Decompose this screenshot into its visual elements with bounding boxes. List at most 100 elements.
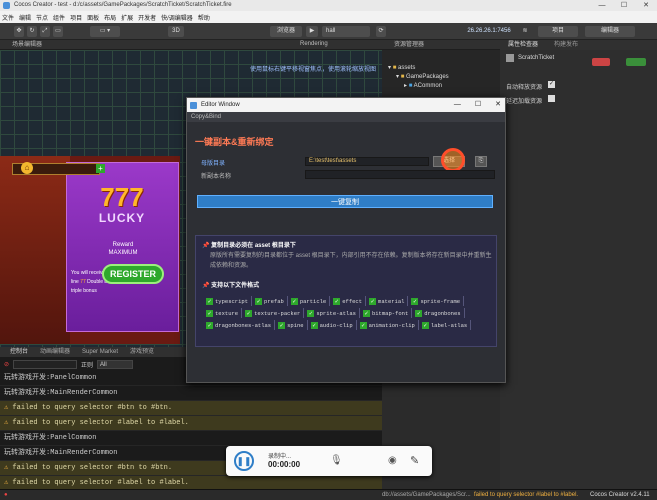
format-tag[interactable]: ✓ effect bbox=[333, 296, 367, 306]
scene-select[interactable]: hall bbox=[322, 26, 370, 37]
editor-button[interactable]: 编辑器 bbox=[585, 26, 635, 37]
microphone-icon[interactable]: 🎙 bbox=[330, 455, 343, 466]
format-checkbox-icon[interactable]: ✓ bbox=[245, 309, 253, 317]
pen-icon[interactable]: ✎ bbox=[410, 454, 419, 467]
editor-window-tab[interactable]: Copy&Bind bbox=[187, 112, 505, 122]
menu-file[interactable]: 文件 bbox=[2, 13, 14, 22]
format-tag[interactable]: ✓ audio-clip bbox=[310, 320, 357, 330]
format-checkbox-icon[interactable]: ✓ bbox=[362, 309, 370, 317]
camera-icon[interactable]: ◉ bbox=[388, 455, 397, 466]
tab-animation[interactable]: 动画编辑器 bbox=[34, 347, 76, 357]
close-button[interactable]: ✕ bbox=[635, 0, 657, 11]
home-icon[interactable]: ⌂ bbox=[21, 162, 33, 174]
pause-icon[interactable]: ❚❚ bbox=[234, 451, 254, 471]
menu-component[interactable]: 组件 bbox=[53, 13, 65, 22]
menu-extension[interactable]: 扩展 bbox=[121, 13, 133, 22]
console-log-line[interactable]: ⚠ failed to query selector #label to #la… bbox=[0, 416, 382, 431]
menu-edit[interactable]: 编辑 bbox=[19, 13, 31, 22]
menu-layout[interactable]: 布局 bbox=[104, 13, 116, 22]
format-tag[interactable]: ✓ typescript bbox=[206, 296, 253, 306]
regex-label[interactable]: 正则 bbox=[81, 360, 93, 369]
scale-tool-icon[interactable]: ⤢ bbox=[40, 26, 50, 37]
move-tool-icon[interactable]: ✥ bbox=[14, 26, 24, 37]
tree-item-gamepackages[interactable]: ▾ ■ GamePackages bbox=[388, 73, 500, 82]
format-tag[interactable]: ✓ bitmap-font bbox=[362, 308, 413, 318]
rotate-tool-icon[interactable]: ↻ bbox=[27, 26, 37, 37]
rect-tool-icon[interactable]: ▭ bbox=[53, 26, 63, 37]
auto-release-checkbox[interactable]: ✓ bbox=[548, 81, 555, 88]
status-error[interactable]: failed to query selector #label to #labe… bbox=[474, 490, 586, 500]
menu-project[interactable]: 项目 bbox=[70, 13, 82, 22]
refresh-icon[interactable]: ⟳ bbox=[376, 26, 386, 37]
console-log-line[interactable]: 玩转游戏开发:PanelCommon bbox=[0, 431, 382, 446]
editor-maximize-button[interactable]: ☐ bbox=[475, 98, 481, 112]
format-checkbox-icon[interactable]: ✓ bbox=[333, 297, 341, 305]
format-checkbox-icon[interactable]: ✓ bbox=[307, 309, 315, 317]
format-checkbox-icon[interactable]: ✓ bbox=[206, 321, 213, 329]
menu-quick-editor[interactable]: 快/调编辑器 bbox=[161, 13, 193, 22]
editor-close-button[interactable]: ✕ bbox=[495, 98, 501, 112]
format-checkbox-icon[interactable]: ✓ bbox=[206, 297, 213, 305]
gizmo-dropdown[interactable]: ▭ ▾ bbox=[90, 26, 120, 37]
format-tag[interactable]: ✓ animation-clip bbox=[359, 320, 419, 330]
preview-ip[interactable]: 26.26.26.1:7456 bbox=[460, 26, 518, 37]
format-tag[interactable]: ✓ particle bbox=[290, 296, 331, 306]
format-checkbox-icon[interactable]: ✓ bbox=[290, 297, 298, 305]
format-checkbox-icon[interactable]: ✓ bbox=[255, 297, 263, 305]
menu-node[interactable]: 节点 bbox=[36, 13, 48, 22]
play-icon[interactable]: ▶ bbox=[306, 26, 318, 37]
reset-button[interactable] bbox=[592, 58, 610, 66]
format-tag[interactable]: ✓ prefab bbox=[255, 296, 288, 306]
console-search-input[interactable] bbox=[13, 359, 78, 369]
maximize-button[interactable]: ☐ bbox=[613, 0, 635, 11]
copy-button[interactable]: 一键复制 bbox=[197, 195, 493, 208]
node-name[interactable]: ScratchTicket bbox=[518, 55, 554, 61]
format-checkbox-icon[interactable]: ✓ bbox=[411, 297, 419, 305]
format-tag[interactable]: ✓ spine bbox=[278, 320, 308, 330]
format-checkbox-icon[interactable]: ✓ bbox=[359, 321, 367, 329]
format-tag[interactable]: ✓ texture bbox=[206, 308, 243, 318]
format-checkbox-icon[interactable]: ✓ bbox=[206, 309, 213, 317]
delay-load-checkbox[interactable] bbox=[548, 95, 555, 102]
format-tag[interactable]: ✓ label-atlas bbox=[421, 320, 472, 330]
editor-minimize-button[interactable]: — bbox=[454, 98, 461, 112]
format-checkbox-icon[interactable]: ✓ bbox=[415, 309, 423, 317]
tab-console[interactable]: 控制台 bbox=[0, 347, 34, 357]
new-name-field[interactable] bbox=[305, 170, 495, 179]
console-log-line[interactable]: ⚠ failed to query selector #btn to #btn. bbox=[0, 401, 382, 416]
format-tag[interactable]: ✓ material bbox=[369, 296, 409, 306]
pin-icon: 📌 bbox=[202, 243, 210, 249]
project-button[interactable]: 项目 bbox=[538, 26, 578, 37]
format-tag[interactable]: ✓ dragonbones bbox=[415, 308, 465, 318]
menu-panel[interactable]: 面板 bbox=[87, 13, 99, 22]
format-checkbox-icon[interactable]: ✓ bbox=[310, 321, 318, 329]
tree-item-assets[interactable]: ▾ ■ assets bbox=[388, 64, 500, 73]
mode-3d-button[interactable]: 3D bbox=[168, 26, 184, 37]
clear-console-icon[interactable]: ⊘ bbox=[4, 361, 9, 368]
register-button[interactable]: REGISTER bbox=[102, 264, 164, 284]
add-coins-icon[interactable]: + bbox=[96, 164, 105, 173]
format-tag[interactable]: ✓ sprite-frame bbox=[411, 296, 465, 306]
format-tag[interactable]: ✓ texture-packer bbox=[245, 308, 305, 318]
tab-super-market[interactable]: Super Market bbox=[76, 347, 124, 357]
format-tag[interactable]: ✓ sprite-atlas bbox=[307, 308, 360, 318]
tab-properties[interactable]: 属性检查器 bbox=[500, 40, 546, 50]
tree-item-acommon[interactable]: ▸ ■ ACommon bbox=[388, 82, 500, 91]
source-dir-field[interactable]: E:\test\test\assets bbox=[305, 157, 429, 166]
minimize-button[interactable]: — bbox=[591, 0, 613, 11]
menu-developer[interactable]: 开发者 bbox=[138, 13, 156, 22]
log-level-select[interactable]: All bbox=[97, 359, 134, 369]
format-checkbox-icon[interactable]: ✓ bbox=[278, 321, 286, 329]
format-tag[interactable]: ✓ dragonbones-atlas bbox=[206, 320, 276, 330]
browser-select[interactable]: 浏览器 bbox=[270, 26, 302, 37]
console-log-line[interactable]: 玩转游戏开发:MainRenderCommon bbox=[0, 386, 382, 401]
tab-game-preview[interactable]: 游戏预览 bbox=[124, 347, 160, 357]
rendering-label[interactable]: Rendering bbox=[300, 41, 328, 47]
menu-help[interactable]: 帮助 bbox=[198, 13, 210, 22]
assets-tab[interactable]: 资源管理器 bbox=[382, 40, 500, 50]
tab-build[interactable]: 构建发布 bbox=[546, 40, 586, 50]
format-checkbox-icon[interactable]: ✓ bbox=[421, 321, 429, 329]
open-folder-icon[interactable]: ⎘ bbox=[475, 156, 487, 167]
apply-button[interactable] bbox=[626, 58, 646, 66]
format-checkbox-icon[interactable]: ✓ bbox=[369, 297, 377, 305]
